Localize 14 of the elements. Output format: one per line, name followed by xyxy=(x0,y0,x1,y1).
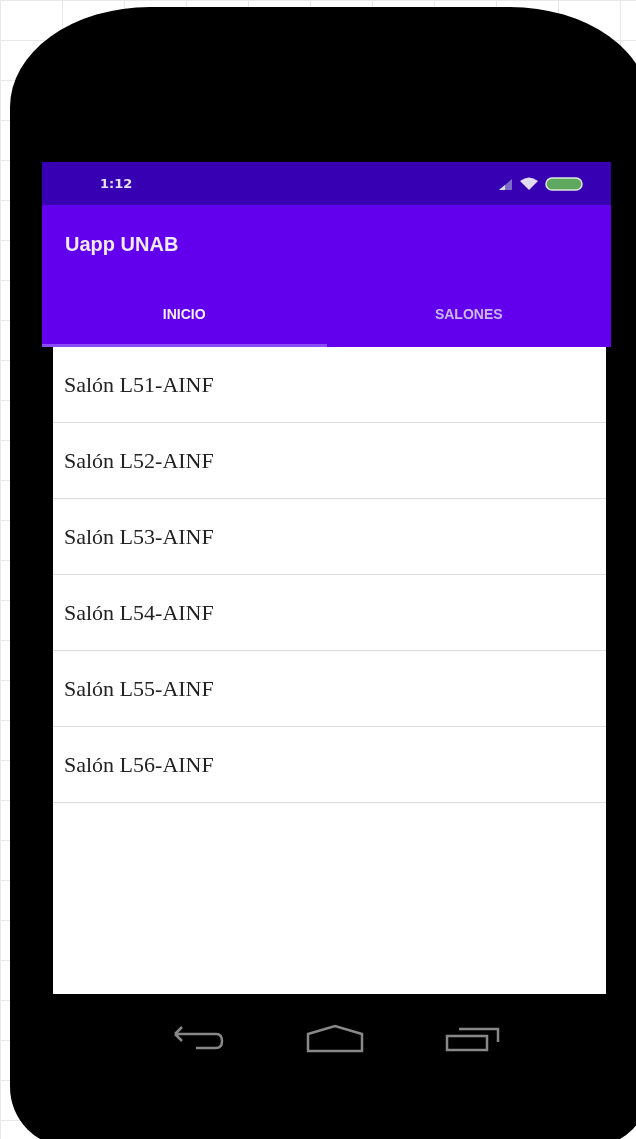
recent-apps-icon[interactable] xyxy=(444,1025,501,1053)
app-title: Uapp UNAB xyxy=(64,232,180,257)
clock: 1:12 xyxy=(100,176,133,191)
list-item[interactable]: Salón L56-AINF xyxy=(64,751,214,778)
wifi-icon xyxy=(519,176,539,191)
tab[interactable]: SALONES xyxy=(326,279,611,347)
battery-icon xyxy=(545,176,583,191)
home-icon[interactable] xyxy=(306,1024,365,1054)
list-item[interactable]: Salón L51-AINF xyxy=(64,371,214,398)
signal-icon xyxy=(497,177,513,190)
list-item[interactable]: Salón L54-AINF xyxy=(64,599,214,626)
list-item[interactable]: Salón L53-AINF xyxy=(64,523,214,550)
list-item[interactable]: Salón L55-AINF xyxy=(64,675,214,702)
list-item[interactable]: Salón L52-AINF xyxy=(64,447,214,474)
